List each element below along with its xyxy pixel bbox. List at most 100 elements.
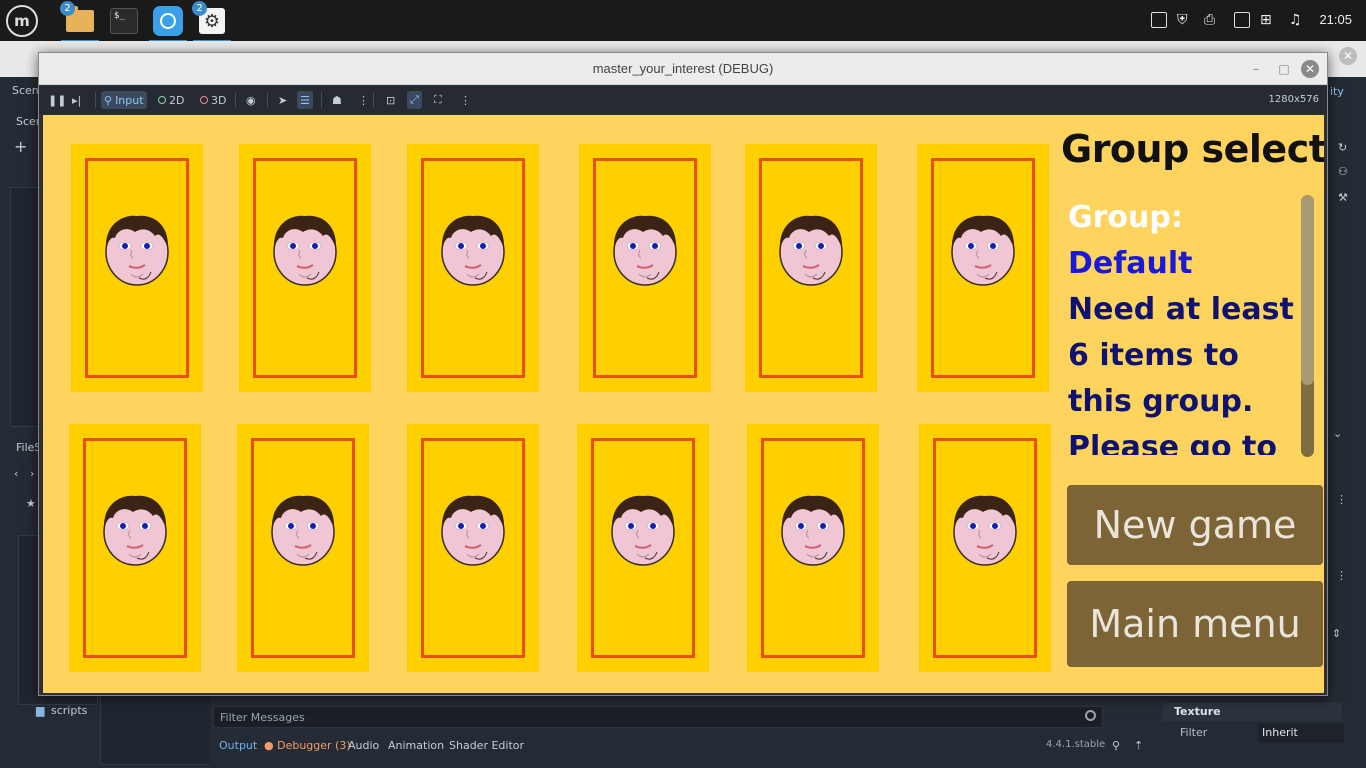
browser-icon	[153, 6, 183, 36]
clock[interactable]: 21:05	[1319, 12, 1352, 27]
group-select-panel: Group select Group: Default Need at leas…	[1058, 115, 1324, 693]
fullscreen-icon[interactable]: ⛶	[431, 91, 445, 109]
page-title: Group select	[1061, 127, 1324, 171]
mode-3d-button[interactable]: 3D	[197, 91, 229, 109]
group-info-box[interactable]: Group: Default Need at least 6 items to …	[1068, 195, 1308, 455]
tab-debugger[interactable]: ● Debugger (3)	[264, 739, 351, 752]
taskbar: m 2 $_ ⚙ 2 ⛨ ⎙ ⊞ ♫ 21:05	[0, 0, 1366, 42]
face-icon	[99, 490, 171, 570]
list-select-icon[interactable]: ☰	[297, 91, 313, 109]
search-icon	[1085, 710, 1096, 721]
more-options-icon[interactable]: ⋮	[457, 91, 474, 109]
filesystem-lower-panel	[100, 695, 212, 765]
group-label: Group:	[1068, 200, 1183, 235]
kebab-menu-icon-2[interactable]: ⋮	[1336, 569, 1347, 582]
favorites-star-icon[interactable]: ★	[26, 497, 36, 510]
minimize-icon[interactable]: –	[1247, 60, 1265, 78]
card[interactable]	[407, 144, 539, 392]
select-cursor-icon[interactable]: ➤	[275, 91, 290, 109]
pause-icon[interactable]: ❚❚	[45, 91, 69, 109]
pin-icon[interactable]: ⚲	[1112, 739, 1120, 752]
sound-icon[interactable]: ♫	[1289, 10, 1302, 30]
tab-animation[interactable]: Animation	[388, 739, 444, 752]
face-icon	[607, 490, 679, 570]
expand-panel-icon[interactable]: ⇡	[1134, 739, 1143, 752]
window-title: master_your_interest (DEBUG)	[592, 61, 774, 76]
chevron-updown-icon[interactable]: ⇕	[1332, 627, 1341, 640]
inspector-texture-header[interactable]: Texture	[1162, 703, 1342, 721]
card[interactable]	[69, 424, 201, 672]
chevron-down-icon[interactable]: ⌄	[1333, 427, 1342, 440]
inspector-filter-select[interactable]: Inherit	[1258, 723, 1344, 743]
shield-icon[interactable]: ⛨	[1177, 10, 1188, 30]
face-icon	[949, 490, 1021, 570]
terminal-icon: $_	[110, 8, 138, 34]
browser-app-button[interactable]	[149, 3, 187, 42]
editor-close-icon[interactable]: ✕	[1339, 47, 1357, 65]
card[interactable]	[917, 144, 1049, 392]
kebab-menu-icon[interactable]: ⋮	[1336, 493, 1347, 506]
node-icon[interactable]: ⚇	[1338, 165, 1348, 178]
game-viewport: Group select Group: Default Need at leas…	[43, 115, 1324, 693]
tab-shader-editor[interactable]: Shader Editor	[449, 739, 524, 752]
clipboard-icon[interactable]	[1151, 10, 1167, 30]
scene-tree-panel	[10, 187, 40, 427]
tab-output[interactable]: Output	[219, 739, 257, 752]
game-toolbar: ❚❚ ▸| ⚲ Input 2D 3D ◉ ➤ ☰ ☗ ⋮ ⊡ ⤢ ⛶ ⋮ 12…	[39, 86, 1327, 114]
group-message: Need at least 6 items to this group. Ple…	[1068, 292, 1294, 455]
history-forward-icon[interactable]: ›	[30, 467, 34, 480]
card[interactable]	[747, 424, 879, 672]
tools-icon[interactable]: ⚒	[1338, 191, 1348, 204]
resolution-label: 1280x576	[1268, 94, 1319, 105]
face-icon	[437, 210, 509, 290]
fit-view-icon[interactable]: ⊡	[383, 91, 398, 109]
files-app-button[interactable]: 2	[60, 1, 99, 42]
3d-dot-icon	[200, 96, 208, 104]
card[interactable]	[745, 144, 877, 392]
face-icon	[947, 210, 1019, 290]
card[interactable]	[237, 424, 369, 672]
card[interactable]	[71, 144, 203, 392]
engine-version: 4.4.1.stable	[1046, 739, 1106, 750]
linux-mint-icon: m	[6, 5, 38, 37]
godot-app-button[interactable]: ⚙ 2	[192, 1, 231, 42]
card[interactable]	[239, 144, 371, 392]
scripts-folder-label[interactable]: scripts	[51, 704, 87, 717]
game-window: master_your_interest (DEBUG) – □ ✕ ❚❚ ▸|…	[38, 52, 1328, 696]
mode-2d-button[interactable]: 2D	[155, 91, 187, 109]
editor-right-fragment: ity	[1330, 85, 1344, 98]
new-game-button[interactable]: New game	[1067, 485, 1323, 565]
add-node-icon[interactable]: +	[14, 137, 27, 156]
folder-icon: ▆	[36, 704, 45, 717]
stretch-icon[interactable]: ⤢	[407, 91, 422, 109]
card[interactable]	[919, 424, 1051, 672]
eye-icon[interactable]: ◉	[243, 91, 259, 109]
reload-icon[interactable]: ↻	[1338, 141, 1347, 154]
card[interactable]	[579, 144, 711, 392]
camera-icon[interactable]: ☗	[329, 91, 345, 109]
card[interactable]	[577, 424, 709, 672]
filter-messages-input[interactable]: Filter Messages	[213, 706, 1103, 728]
history-back-icon[interactable]: ‹	[14, 467, 18, 480]
group-value: Default	[1068, 246, 1193, 281]
card[interactable]	[407, 424, 539, 672]
window-titlebar[interactable]: master_your_interest (DEBUG) – □ ✕	[39, 53, 1327, 85]
network-icon[interactable]: ⊞	[1260, 10, 1272, 30]
tab-audio[interactable]: Audio	[348, 739, 379, 752]
scrollbar-thumb[interactable]	[1301, 195, 1314, 385]
terminal-app-button[interactable]: $_	[106, 3, 142, 39]
files-badge: 2	[60, 1, 75, 16]
face-icon	[267, 490, 339, 570]
face-icon	[269, 210, 341, 290]
close-icon[interactable]: ✕	[1301, 60, 1319, 78]
face-icon	[437, 490, 509, 570]
input-toggle[interactable]: ⚲ Input	[101, 91, 147, 109]
next-frame-icon[interactable]: ▸|	[69, 91, 84, 109]
info-scrollbar[interactable]	[1301, 195, 1314, 457]
main-menu-button[interactable]: Main menu	[1067, 581, 1323, 667]
kebab-menu-icon-toolbar[interactable]: ⋮	[355, 91, 372, 109]
maximize-icon[interactable]: □	[1275, 60, 1293, 78]
printer-icon[interactable]: ⎙	[1204, 10, 1215, 30]
notes-icon[interactable]	[1234, 10, 1250, 30]
mint-menu-button[interactable]: m	[4, 3, 40, 39]
